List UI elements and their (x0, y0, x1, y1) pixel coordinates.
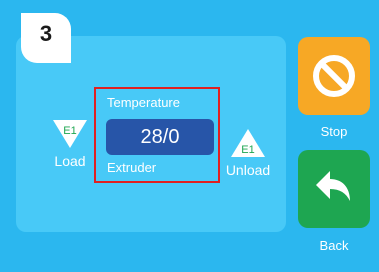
unload-button[interactable]: E1 Unload (212, 128, 284, 178)
unload-label: Unload (225, 162, 271, 178)
stop-button[interactable] (298, 37, 370, 115)
stop-label: Stop (320, 124, 348, 139)
step-badge: 3 (21, 13, 71, 63)
temperature-source: Extruder (107, 160, 157, 175)
step-number: 3 (39, 21, 53, 46)
back-label: Back (319, 238, 349, 253)
temperature-value: 28/0 (140, 125, 180, 148)
unload-extruder-tag: E1 (241, 144, 254, 156)
up-triangle-icon: E1 (231, 129, 265, 157)
down-triangle-icon: E1 (53, 120, 87, 148)
back-arrow-icon (316, 171, 350, 201)
no-entry-icon (313, 55, 355, 97)
back-button[interactable] (298, 150, 370, 228)
load-extruder-tag: E1 (63, 125, 76, 137)
filament-screen: 3 E1 Load E1 Unload Temperature 28/0 Ext… (0, 0, 379, 272)
temperature-value-box: 28/0 (106, 119, 214, 155)
load-label: Load (54, 153, 86, 169)
temperature-title: Temperature (107, 95, 180, 110)
